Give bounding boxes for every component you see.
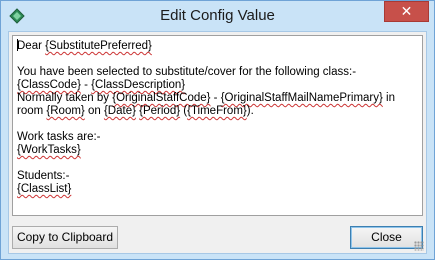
config-value-textarea[interactable]: Dear {SubstitutePreferred} You have been … xyxy=(12,35,423,216)
close-icon[interactable]: ✕ xyxy=(384,1,429,22)
title-bar[interactable]: Edit Config Value ✕ xyxy=(1,1,434,31)
editor-line: Normally taken by {OriginalStaffCode} - … xyxy=(17,92,418,118)
editor-text: - xyxy=(80,79,92,91)
placeholder-token: {OriginalStaffCode} xyxy=(112,92,211,104)
placeholder-token: {WorkTasks} xyxy=(17,144,81,156)
editor-text: on xyxy=(84,105,104,117)
placeholder-token: {Date} xyxy=(103,105,136,117)
placeholder-token: {ClassDescription} xyxy=(91,79,186,91)
editor-text: You have been selected to substitute/cov… xyxy=(17,66,357,78)
placeholder-token: {OriginalStaffMailNamePrimary} xyxy=(220,92,383,104)
resize-grip-icon[interactable] xyxy=(414,241,424,251)
editor-text: Normally taken by xyxy=(17,92,113,104)
window-title: Edit Config Value xyxy=(160,7,275,24)
edit-config-dialog: Edit Config Value ✕ Dear {SubstitutePref… xyxy=(0,0,435,260)
close-button[interactable]: Close xyxy=(350,226,423,249)
placeholder-token: {TimeFrom} xyxy=(187,105,247,117)
editor-text: Dear xyxy=(17,40,46,52)
editor-text: Students:- xyxy=(17,170,70,182)
placeholder-token: {Period} xyxy=(139,105,181,117)
editor-text: Work tasks are:- xyxy=(17,131,101,143)
placeholder-token: {ClassCode} xyxy=(17,79,81,91)
editor-line: You have been selected to substitute/cov… xyxy=(17,66,418,79)
copy-to-clipboard-button[interactable]: Copy to Clipboard xyxy=(12,226,118,249)
editor-line: Dear {SubstitutePreferred} xyxy=(17,39,418,53)
placeholder-token: {SubstitutePreferred} xyxy=(45,40,152,52)
dialog-body: Dear {SubstitutePreferred} You have been … xyxy=(8,31,427,254)
editor-line: {ClassList} xyxy=(17,183,418,196)
editor-line: Work tasks are:- xyxy=(17,131,418,144)
editor-line: {ClassCode} - {ClassDescription} xyxy=(17,79,418,92)
placeholder-token: {ClassList} xyxy=(17,183,72,195)
editor-text: - xyxy=(210,92,221,104)
editor-line: {WorkTasks} xyxy=(17,144,418,157)
placeholder-token: {Room} xyxy=(46,105,85,117)
editor-line: Students:- xyxy=(17,170,418,183)
editor-text: ). xyxy=(246,105,254,117)
